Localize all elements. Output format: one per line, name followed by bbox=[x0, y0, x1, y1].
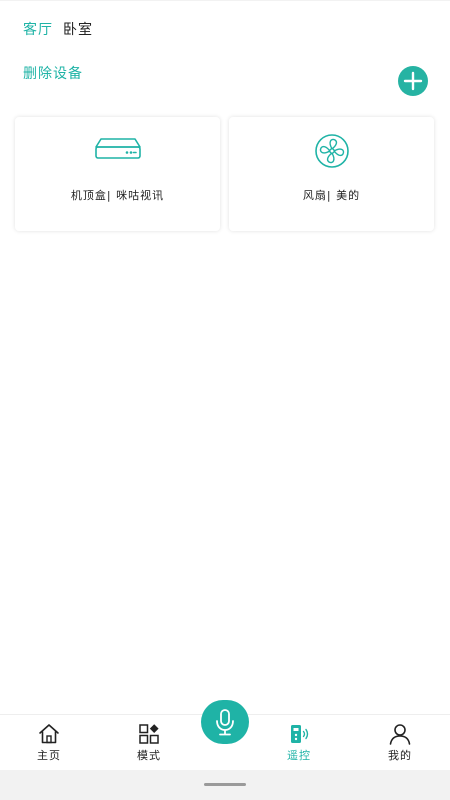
nav-item-profile[interactable]: 我的 bbox=[370, 723, 430, 763]
room-tabs: 客厅 卧室 bbox=[23, 19, 93, 39]
home-icon bbox=[39, 724, 59, 744]
nav-label-profile: 我的 bbox=[388, 749, 412, 762]
remote-icon bbox=[291, 725, 309, 743]
system-navigation-bar bbox=[0, 770, 450, 800]
top-divider bbox=[0, 0, 450, 1]
fan-icon bbox=[314, 134, 349, 168]
add-device-button[interactable] bbox=[398, 66, 428, 96]
microphone-icon bbox=[216, 709, 234, 736]
voice-mic-button[interactable] bbox=[201, 700, 249, 744]
profile-icon bbox=[389, 724, 411, 745]
nav-item-home[interactable]: 主页 bbox=[19, 723, 79, 763]
room-tab-bedroom[interactable]: 卧室 bbox=[63, 19, 93, 39]
device-label: 机顶盒| 咪咕视讯 bbox=[70, 189, 165, 202]
device-card-set-top-box[interactable]: 机顶盒| 咪咕视讯 bbox=[15, 117, 220, 231]
device-card-fan[interactable]: 风扇| 美的 bbox=[229, 117, 434, 231]
plus-icon bbox=[403, 71, 423, 91]
device-grid: 机顶盒| 咪咕视讯 风扇| 美的 bbox=[15, 117, 435, 231]
nav-item-mode[interactable]: 模式 bbox=[119, 723, 179, 763]
room-tab-living-room[interactable]: 客厅 bbox=[23, 19, 53, 39]
delete-devices-link[interactable]: 删除设备 bbox=[23, 63, 83, 83]
nav-item-remote[interactable]: 遥控 bbox=[269, 723, 329, 763]
home-indicator[interactable] bbox=[204, 783, 246, 786]
set-top-box-icon bbox=[94, 138, 141, 159]
nav-label-home: 主页 bbox=[37, 749, 61, 762]
nav-label-remote: 遥控 bbox=[287, 749, 311, 762]
nav-label-mode: 模式 bbox=[137, 749, 161, 762]
device-label: 风扇| 美的 bbox=[302, 189, 361, 202]
mode-icon bbox=[139, 724, 159, 744]
